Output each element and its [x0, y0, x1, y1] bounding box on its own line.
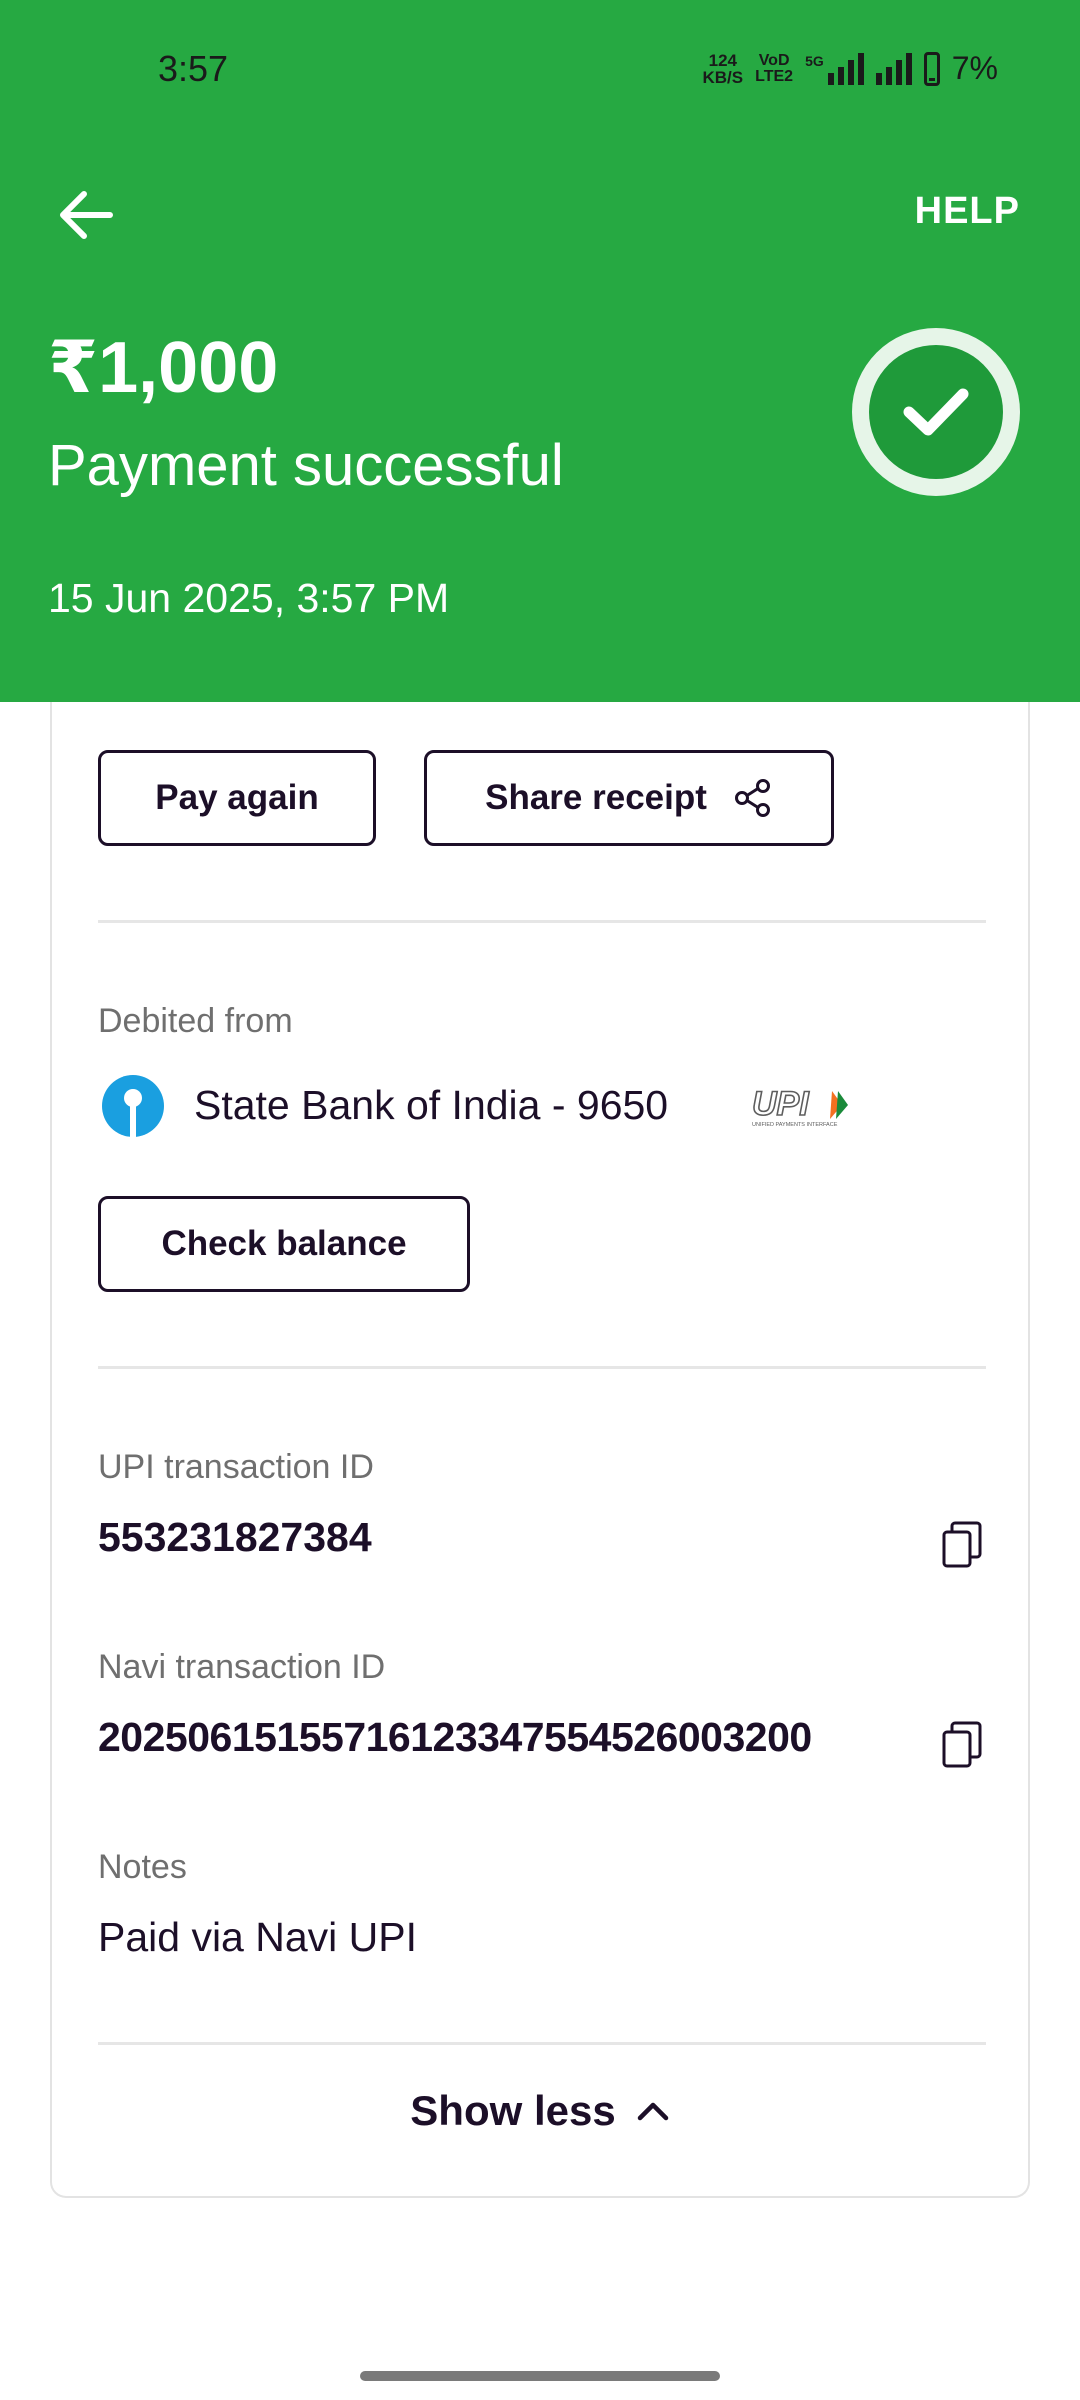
volte-bottom: LTE2 [755, 67, 794, 85]
status-icons: 124 KB/S VoD LTE2 5G 7% [703, 50, 999, 87]
upi-logo-subtext: UNIFIED PAYMENTS INTERFACE [752, 1122, 838, 1128]
volte-indicator: VoD LTE2 [755, 51, 794, 85]
share-icon [734, 779, 770, 817]
network-tag: 5G [805, 52, 824, 69]
pay-again-button[interactable]: Pay again [98, 750, 376, 846]
home-indicator[interactable] [360, 2371, 720, 2381]
divider [98, 920, 986, 923]
network-speed-unit: KB/S [702, 67, 744, 87]
copy-icon[interactable] [940, 1720, 984, 1770]
upi-transaction-id-label: UPI transaction ID [98, 1448, 374, 1486]
battery-percent: 7% [951, 50, 998, 86]
payment-header: 3:57 124 KB/S VoD LTE2 5G 7% HELP ₹1,000… [0, 0, 1080, 702]
divider [98, 2042, 986, 2045]
notes-label: Notes [98, 1848, 187, 1886]
upi-transaction-id: 553231827384 [98, 1514, 372, 1560]
navi-transaction-id: 202506151557161233475545260032​00 [98, 1714, 812, 1760]
upi-logo-icon: UPI UNIFIED PAYMENTS INTERFACE [750, 1084, 854, 1129]
status-time: 3:57 [158, 48, 229, 89]
sbi-logo-icon [102, 1075, 164, 1137]
divider [98, 1366, 986, 1369]
back-arrow-icon[interactable] [52, 180, 122, 250]
payment-datetime: 15 Jun 2025, 3:57 PM [48, 575, 450, 621]
signal-icon [875, 52, 912, 85]
success-check-icon [852, 328, 1020, 496]
status-bar: 3:57 124 KB/S VoD LTE2 5G 7% [0, 0, 1080, 140]
transaction-details-card: Pay again Share receipt Debited from Sta… [50, 702, 1030, 2198]
upi-logo-text: UPI [752, 1085, 810, 1123]
share-receipt-label: Share receipt [485, 778, 707, 817]
payment-status: Payment successful [48, 433, 564, 498]
show-less-button[interactable]: Show less [52, 2087, 1028, 2135]
signal-5g-icon: 5G [805, 52, 864, 85]
share-receipt-button[interactable]: Share receipt [424, 750, 834, 846]
help-button[interactable]: HELP [915, 190, 1020, 233]
bank-account: State Bank of India - 9650 [194, 1082, 669, 1128]
navi-transaction-id-label: Navi transaction ID [98, 1648, 386, 1686]
debited-from-label: Debited from [98, 1002, 293, 1040]
battery-icon [923, 51, 940, 86]
chevron-up-icon [637, 2102, 668, 2121]
payment-amount: ₹1,000 [48, 328, 279, 408]
volte-top: VoD [758, 51, 790, 69]
network-speed: 124 KB/S [703, 52, 744, 86]
notes-value: Paid via Navi UPI [98, 1914, 418, 1960]
network-speed-value: 124 [708, 50, 737, 70]
check-balance-button[interactable]: Check balance [98, 1196, 470, 1292]
copy-icon[interactable] [940, 1520, 984, 1570]
show-less-label: Show less [410, 2087, 616, 2134]
